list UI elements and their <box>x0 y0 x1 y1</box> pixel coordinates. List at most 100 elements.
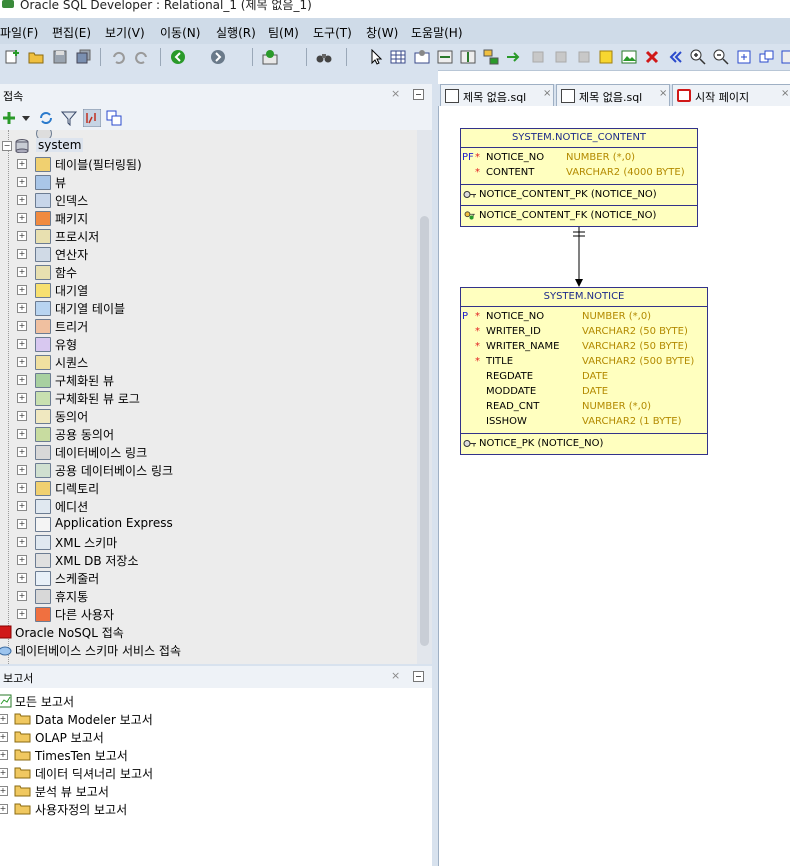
tree-item-edition[interactable]: + 에디션 <box>0 497 417 515</box>
back-icon[interactable] <box>170 49 186 65</box>
tree-item-queue-table[interactable]: + 대기열 테이블 <box>0 299 417 317</box>
expand-toggle[interactable]: + <box>17 303 27 313</box>
expand-toggle[interactable]: + <box>17 447 27 457</box>
expand-toggle[interactable]: + <box>17 321 27 331</box>
collapse-icon[interactable] <box>667 49 683 65</box>
expand-toggle[interactable]: + <box>17 591 27 601</box>
binoculars-icon[interactable] <box>316 49 332 65</box>
tree-item-all-reports[interactable]: 모든 보고서 <box>0 692 432 710</box>
tree-item-other-users[interactable]: + 다른 사용자 <box>0 605 417 623</box>
expand-toggle[interactable]: + <box>17 159 27 169</box>
entity-notice[interactable]: SYSTEM.NOTICE P * NOTICE_NO NUMBER (*,0) * WR… <box>460 287 708 455</box>
tree-item-analytic-view-reports[interactable]: + 분석 뷰 보고서 <box>0 782 432 800</box>
toolbar-overflow-icon[interactable] <box>780 49 790 65</box>
tab-untitled-sql-1[interactable]: 제목 없음.sql × <box>440 84 554 106</box>
expand-toggle[interactable]: + <box>0 786 8 796</box>
open-folder-icon[interactable] <box>28 49 44 65</box>
expand-toggle[interactable]: + <box>17 213 27 223</box>
close-icon[interactable]: × <box>391 669 400 682</box>
collapse-toggle[interactable]: − <box>2 141 12 151</box>
schema-browser-icon[interactable] <box>83 109 101 127</box>
expand-toggle[interactable]: + <box>17 357 27 367</box>
menu-navigate[interactable]: 이동(N) <box>160 24 200 41</box>
entity-notice-content[interactable]: SYSTEM.NOTICE_CONTENT PF * NOTICE_NO NUMBER… <box>460 128 698 227</box>
new-view-icon[interactable] <box>414 49 430 65</box>
split-table-icon[interactable] <box>437 49 453 65</box>
tree-item-function[interactable]: + 함수 <box>0 263 417 281</box>
expand-toggle[interactable]: + <box>0 714 8 724</box>
tab-untitled-sql-2[interactable]: 제목 없음.sql × <box>556 84 670 106</box>
new-icon[interactable] <box>4 49 20 65</box>
close-icon[interactable]: × <box>543 88 551 99</box>
close-icon[interactable]: × <box>781 88 789 99</box>
tree-item-materialized-view[interactable]: + 구체화된 뷰 <box>0 371 417 389</box>
redo-icon[interactable] <box>134 49 150 65</box>
tree-item-recycle-bin[interactable]: + 휴지통 <box>0 587 417 605</box>
expand-toggle[interactable]: + <box>0 750 8 760</box>
column-row[interactable]: * CONTENT VARCHAR2 (4000 BYTE) <box>461 166 697 181</box>
disabled-tool-3-icon[interactable] <box>576 49 592 65</box>
zoom-out-icon[interactable] <box>713 49 729 65</box>
new-fk-icon[interactable] <box>483 49 499 65</box>
column-row[interactable]: ISSHOW VARCHAR2 (1 BYTE) <box>461 415 707 430</box>
tree-item-database-link[interactable]: + 데이터베이스 링크 <box>0 443 417 461</box>
tree-item-table[interactable]: + 테이블(필터링됨) <box>0 155 417 173</box>
column-row[interactable]: * WRITER_NAME VARCHAR2 (50 BYTE) <box>461 340 707 355</box>
undo-icon[interactable] <box>110 49 126 65</box>
forward-icon[interactable] <box>210 49 226 65</box>
scrollbar-thumb[interactable] <box>420 216 429 646</box>
collapse-all-icon[interactable] <box>106 110 122 126</box>
column-row[interactable]: P * NOTICE_NO NUMBER (*,0) <box>461 310 707 325</box>
tree-item-timesten-reports[interactable]: + TimesTen 보고서 <box>0 746 432 764</box>
expand-toggle[interactable]: + <box>17 249 27 259</box>
expand-toggle[interactable]: + <box>17 573 27 583</box>
save-icon[interactable] <box>52 49 68 65</box>
minimize-icon[interactable] <box>413 89 424 100</box>
expand-toggle[interactable]: + <box>17 411 27 421</box>
menu-edit[interactable]: 편집(E) <box>52 24 91 41</box>
tree-item-scheduler[interactable]: + 스케줄러 <box>0 569 417 587</box>
expand-toggle[interactable]: + <box>17 537 27 547</box>
tree-item-sequence[interactable]: + 시퀀스 <box>0 353 417 371</box>
expand-toggle[interactable]: + <box>17 609 27 619</box>
refresh-icon[interactable] <box>38 110 54 126</box>
close-icon[interactable]: × <box>659 88 667 99</box>
tree-item-xml-schema[interactable]: + XML 스키마 <box>0 533 417 551</box>
tree-item-user-defined-reports[interactable]: + 사용자정의 보고서 <box>0 800 432 818</box>
tree-item-synonym[interactable]: + 동의어 <box>0 407 417 425</box>
tree-item-procedure[interactable]: + 프로시저 <box>0 227 417 245</box>
fit-screen-icon[interactable] <box>736 49 752 65</box>
tree-item-materialized-view-log[interactable]: + 구체화된 뷰 로그 <box>0 389 417 407</box>
tree-item-trigger[interactable]: + 트리거 <box>0 317 417 335</box>
expand-toggle[interactable]: + <box>17 339 27 349</box>
column-row[interactable]: * TITLE VARCHAR2 (500 BYTE) <box>461 355 707 370</box>
expand-toggle[interactable]: + <box>17 519 27 529</box>
primary-key-row[interactable]: NOTICE_CONTENT_PK (NOTICE_NO) <box>461 185 697 205</box>
menu-view[interactable]: 보기(V) <box>105 24 145 41</box>
expand-toggle[interactable]: + <box>17 285 27 295</box>
tree-item-olap-reports[interactable]: + OLAP 보고서 <box>0 728 432 746</box>
chevron-down-icon[interactable] <box>22 116 30 122</box>
minimize-icon[interactable] <box>413 671 424 682</box>
column-row[interactable]: READ_CNT NUMBER (*,0) <box>461 400 707 415</box>
expand-toggle[interactable]: + <box>17 501 27 511</box>
tree-item-data-modeler-reports[interactable]: + Data Modeler 보고서 <box>0 710 432 728</box>
select-pointer-icon[interactable] <box>368 49 384 65</box>
expand-toggle[interactable]: + <box>17 465 27 475</box>
menu-run[interactable]: 실행(R) <box>216 24 256 41</box>
tree-item-view[interactable]: + 뷰 <box>0 173 417 191</box>
tree-item-nosql[interactable]: Oracle NoSQL 접속 <box>0 623 417 641</box>
tree-item-operator[interactable]: + 연산자 <box>0 245 417 263</box>
tab-start-page[interactable]: 시작 페이지 × <box>672 84 790 106</box>
expand-toggle[interactable]: + <box>17 267 27 277</box>
menu-tools[interactable]: 도구(T) <box>313 24 352 41</box>
expand-toggle[interactable]: + <box>17 231 27 241</box>
menu-window[interactable]: 창(W) <box>366 24 398 41</box>
column-row[interactable]: PF * NOTICE_NO NUMBER (*,0) <box>461 151 697 166</box>
expand-toggle[interactable]: + <box>17 195 27 205</box>
expand-toggle[interactable]: + <box>0 804 8 814</box>
zoom-in-icon[interactable] <box>690 49 706 65</box>
tree-item-type[interactable]: + 유형 <box>0 335 417 353</box>
merge-table-icon[interactable] <box>460 49 476 65</box>
delete-icon[interactable] <box>644 49 660 65</box>
